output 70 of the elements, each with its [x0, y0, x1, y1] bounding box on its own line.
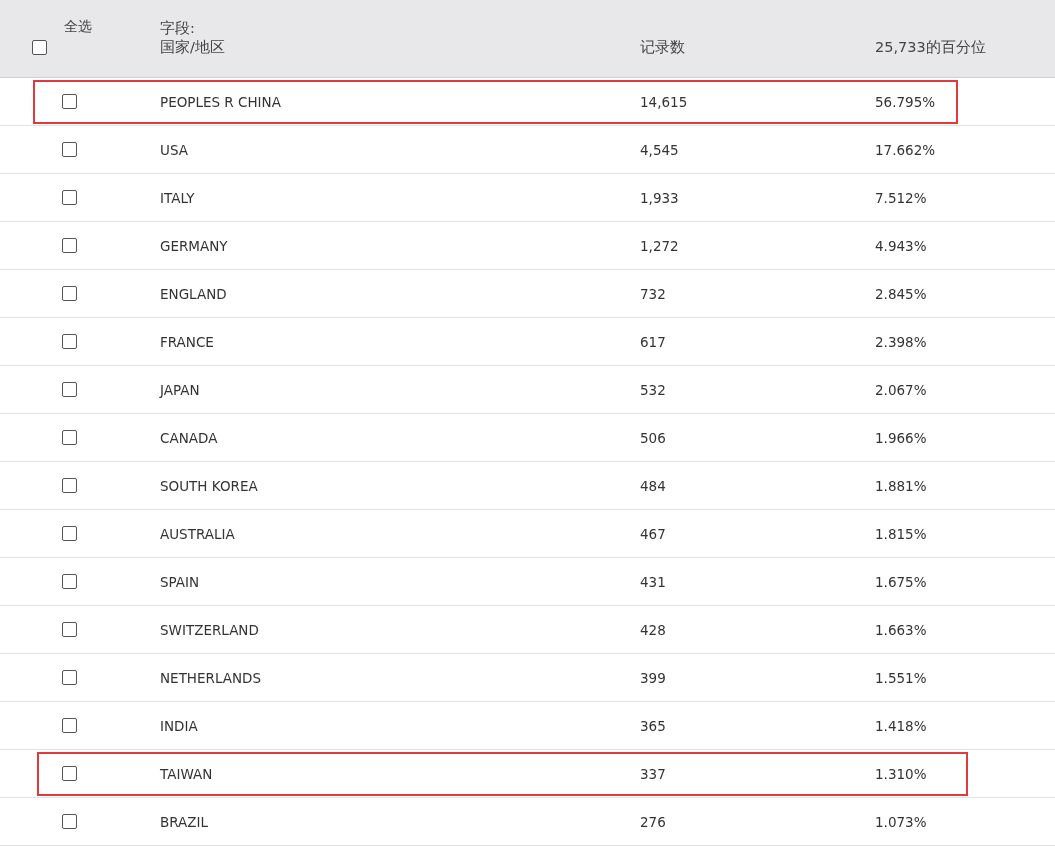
country-cell: GERMANY: [160, 237, 228, 254]
country-cell: JAPAN: [160, 381, 200, 398]
percent-cell: 1.418%: [875, 717, 927, 734]
country-cell: INDIA: [160, 717, 198, 734]
row-checkbox[interactable]: [62, 622, 77, 637]
record-count-cell: 399: [640, 669, 666, 686]
percent-cell: 1.966%: [875, 429, 927, 446]
percent-cell: 2.845%: [875, 285, 927, 302]
row-checkbox[interactable]: [62, 478, 77, 493]
percent-cell: 4.943%: [875, 237, 927, 254]
select-all-label: 全选: [64, 18, 92, 36]
record-count-cell: 732: [640, 285, 666, 302]
row-checkbox[interactable]: [62, 142, 77, 157]
percent-cell: 1.663%: [875, 621, 927, 638]
record-count-cell: 337: [640, 765, 666, 782]
record-count-cell: 14,615: [640, 93, 688, 110]
column-header[interactable]: 记录数: [640, 38, 875, 57]
row-checkbox[interactable]: [62, 430, 77, 445]
country-cell: ITALY: [160, 189, 195, 206]
row-checkbox[interactable]: [62, 670, 77, 685]
record-count-cell: 365: [640, 717, 666, 734]
percent-cell: 56.795%: [875, 93, 936, 110]
row-checkbox[interactable]: [62, 574, 77, 589]
country-cell: SOUTH KOREA: [160, 477, 258, 494]
country-cell: ENGLAND: [160, 285, 227, 302]
select-all-checkbox[interactable]: [32, 40, 47, 55]
percent-cell: 1.881%: [875, 477, 927, 494]
column-header[interactable]: 25,733的百分位: [875, 38, 1055, 57]
row-checkbox[interactable]: [62, 94, 77, 109]
percent-cell: 1.310%: [875, 765, 927, 782]
row-checkbox[interactable]: [62, 814, 77, 829]
record-count-cell: 467: [640, 525, 666, 542]
row-checkbox[interactable]: [62, 286, 77, 301]
row-checkbox[interactable]: [62, 334, 77, 349]
percent-cell: 1.815%: [875, 525, 927, 542]
record-count-cell: 428: [640, 621, 666, 638]
record-count-cell: 506: [640, 429, 666, 446]
percent-cell: 7.512%: [875, 189, 927, 206]
percent-cell: 2.398%: [875, 333, 927, 350]
field-label: 字段:: [160, 19, 196, 38]
country-cell: NETHERLANDS: [160, 669, 262, 686]
record-count-cell: 4,545: [640, 141, 679, 158]
record-count-cell: 1,272: [640, 237, 679, 254]
country-cell: PEOPLES R CHINA: [160, 93, 281, 110]
country-cell: CANADA: [160, 429, 218, 446]
record-count-cell: 431: [640, 573, 666, 590]
percent-cell: 2.067%: [875, 381, 927, 398]
record-count-cell: 1,933: [640, 189, 679, 206]
record-count-cell: 617: [640, 333, 666, 350]
country-cell: SPAIN: [160, 573, 200, 590]
country-cell: USA: [160, 141, 188, 158]
percent-cell: 1.073%: [875, 813, 927, 830]
row-checkbox[interactable]: [62, 190, 77, 205]
record-count-cell: 532: [640, 381, 666, 398]
percent-cell: 1.551%: [875, 669, 927, 686]
country-cell: TAIWAN: [160, 765, 213, 782]
record-count-cell: 484: [640, 477, 666, 494]
country-cell: SWITZERLAND: [160, 621, 259, 638]
row-checkbox[interactable]: [62, 718, 77, 733]
percent-cell: 17.662%: [875, 141, 936, 158]
percent-cell: 1.675%: [875, 573, 927, 590]
country-cell: AUSTRALIA: [160, 525, 235, 542]
country-cell: BRAZIL: [160, 813, 209, 830]
record-count-cell: 276: [640, 813, 666, 830]
column-header[interactable]: 国家/地区: [160, 38, 640, 57]
row-checkbox[interactable]: [62, 238, 77, 253]
row-checkbox[interactable]: [62, 526, 77, 541]
row-checkbox[interactable]: [62, 382, 77, 397]
country-cell: FRANCE: [160, 333, 214, 350]
row-checkbox[interactable]: [62, 766, 77, 781]
